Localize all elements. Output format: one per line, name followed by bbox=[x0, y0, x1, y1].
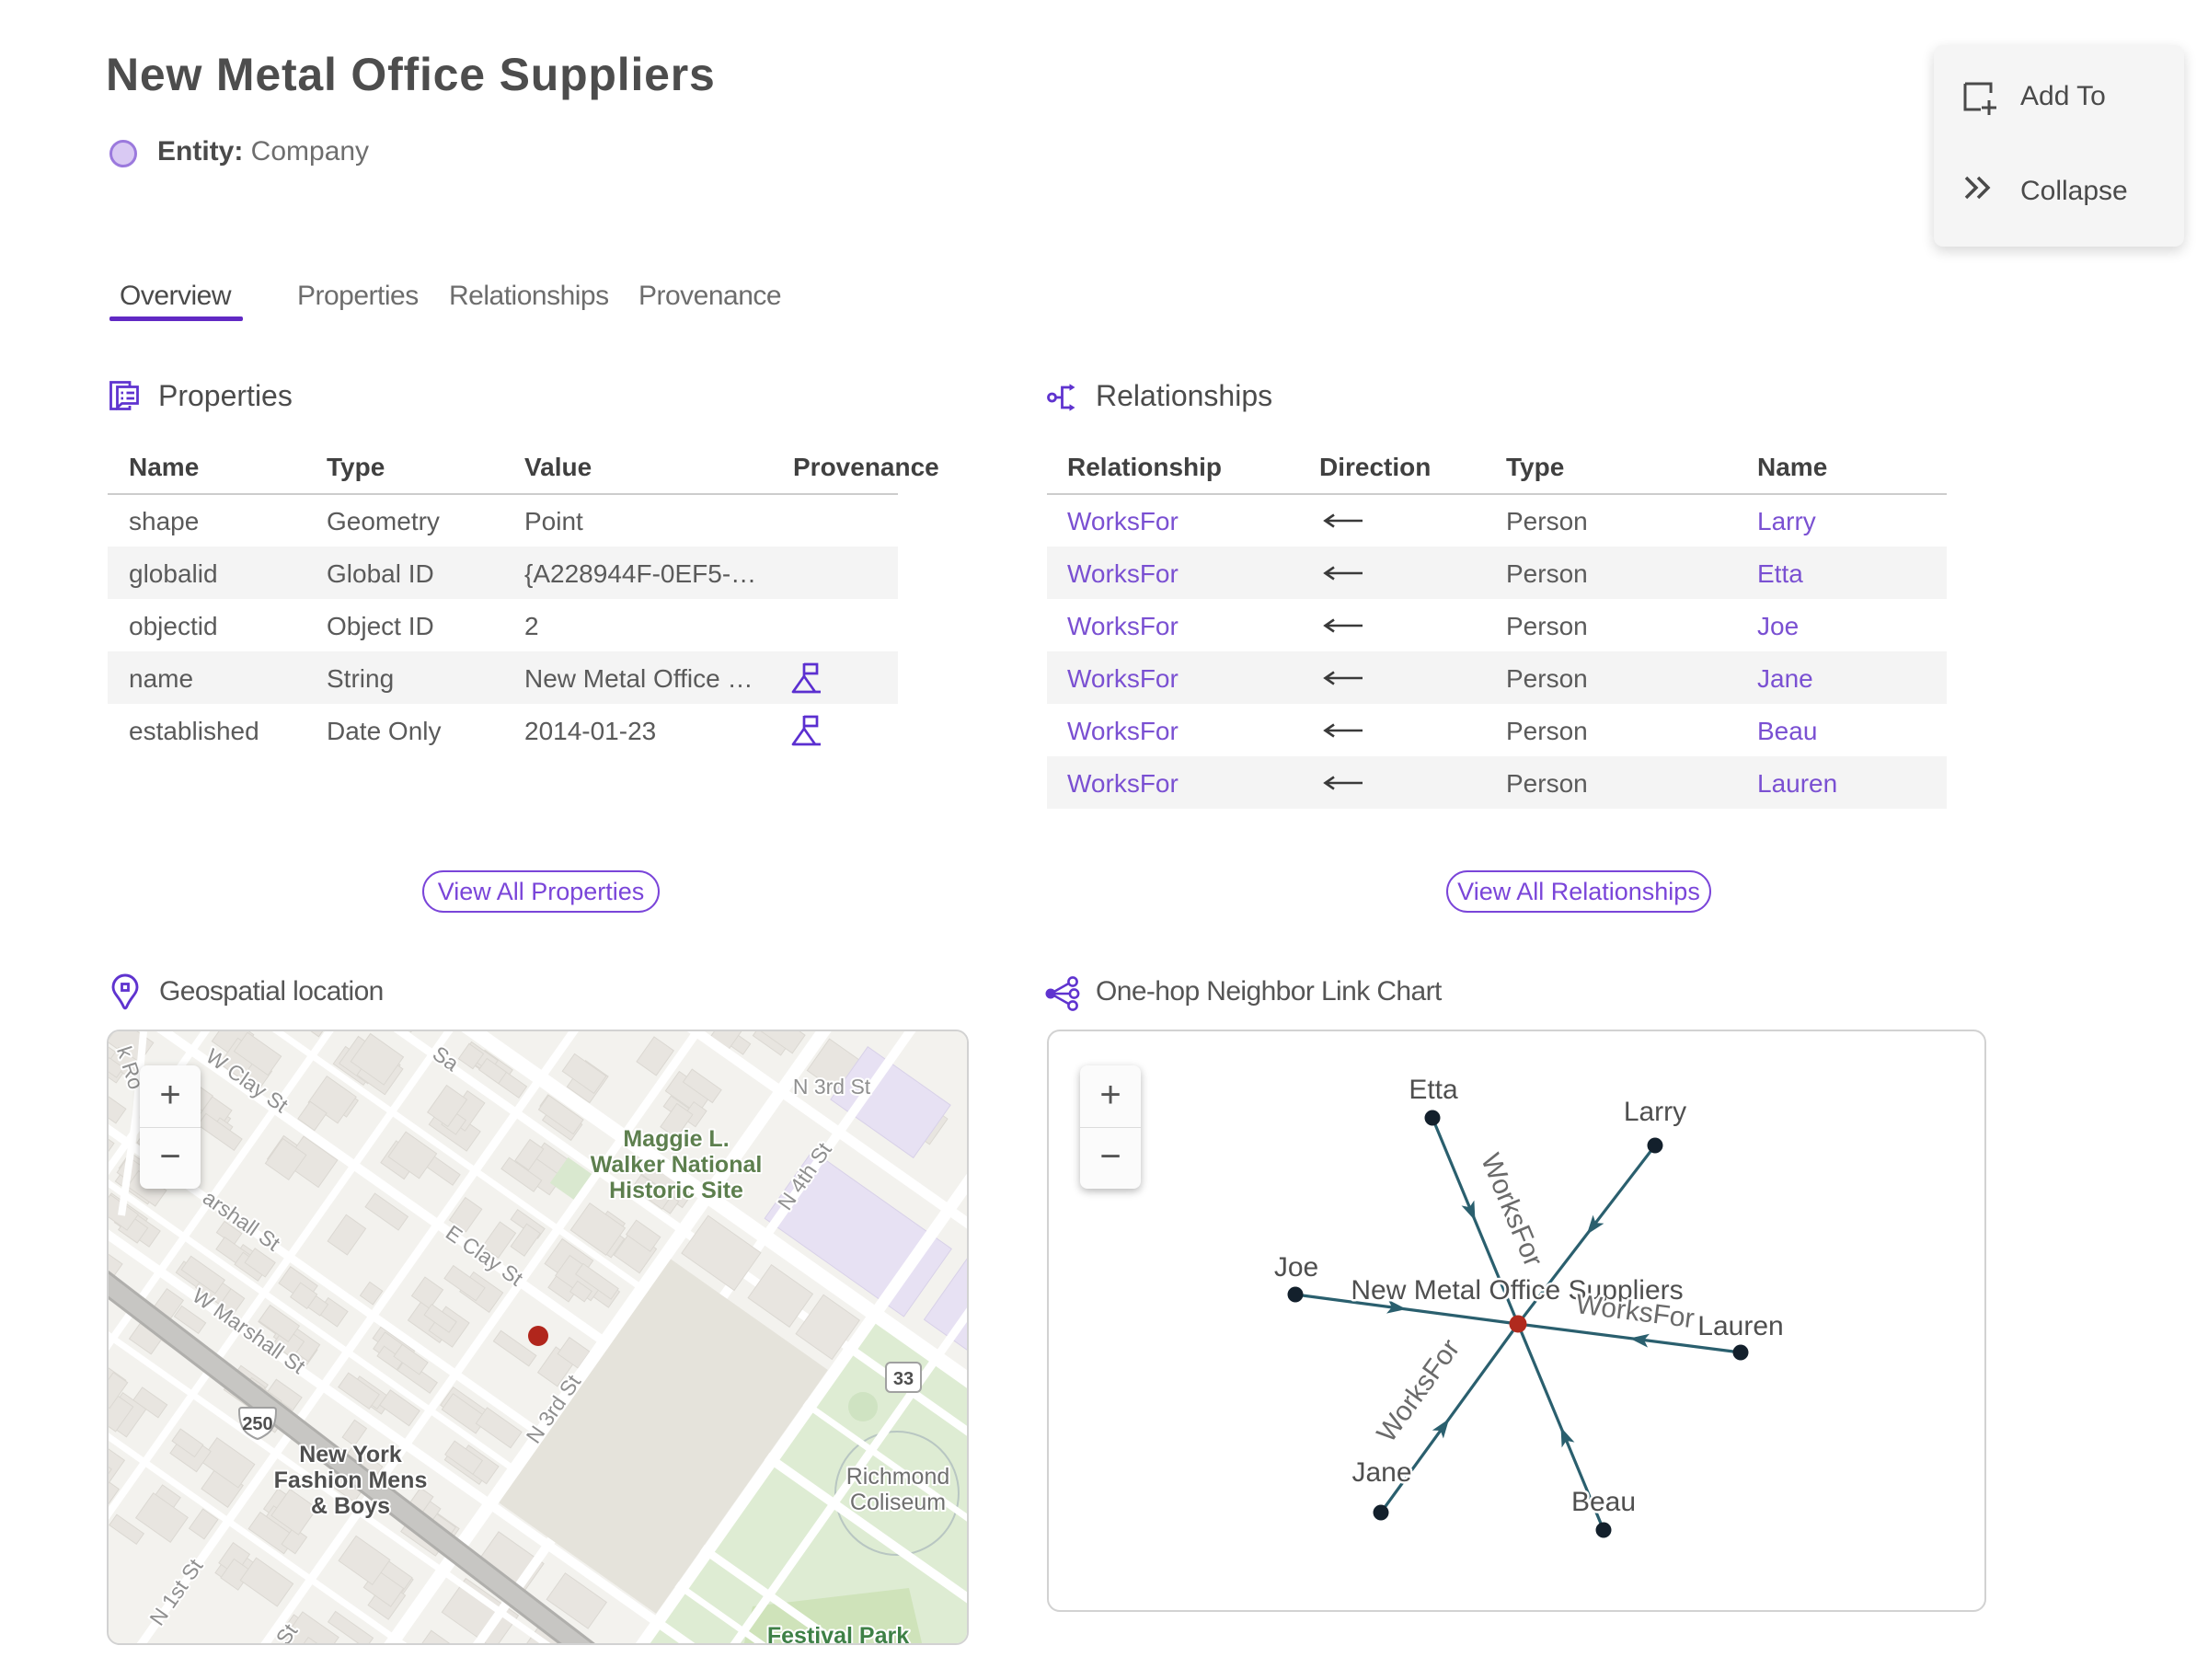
svg-text:33: 33 bbox=[893, 1369, 914, 1389]
svg-text:& Boys: & Boys bbox=[311, 1493, 390, 1519]
svg-text:Coliseum: Coliseum bbox=[850, 1490, 946, 1515]
svg-text:Jane: Jane bbox=[1351, 1457, 1411, 1488]
svg-text:WorksFor: WorksFor bbox=[1371, 1334, 1466, 1448]
svg-text:250: 250 bbox=[242, 1414, 272, 1434]
svg-text:Beau: Beau bbox=[1571, 1487, 1636, 1517]
svg-text:Walker National: Walker National bbox=[591, 1152, 763, 1178]
svg-text:Lauren: Lauren bbox=[1697, 1311, 1783, 1341]
svg-text:WorksFor: WorksFor bbox=[1475, 1149, 1548, 1271]
svg-text:Festival Park: Festival Park bbox=[767, 1623, 909, 1645]
svg-text:Fashion Mens: Fashion Mens bbox=[274, 1467, 428, 1493]
svg-text:Etta: Etta bbox=[1409, 1075, 1458, 1105]
svg-text:N 3rd St: N 3rd St bbox=[793, 1075, 871, 1099]
svg-text:Historic Site: Historic Site bbox=[609, 1178, 743, 1203]
svg-text:Richmond: Richmond bbox=[846, 1464, 950, 1490]
svg-text:Larry: Larry bbox=[1624, 1097, 1686, 1127]
svg-text:New York: New York bbox=[299, 1442, 402, 1467]
svg-text:Joe: Joe bbox=[1274, 1252, 1318, 1283]
svg-text:Maggie L.: Maggie L. bbox=[623, 1126, 729, 1152]
